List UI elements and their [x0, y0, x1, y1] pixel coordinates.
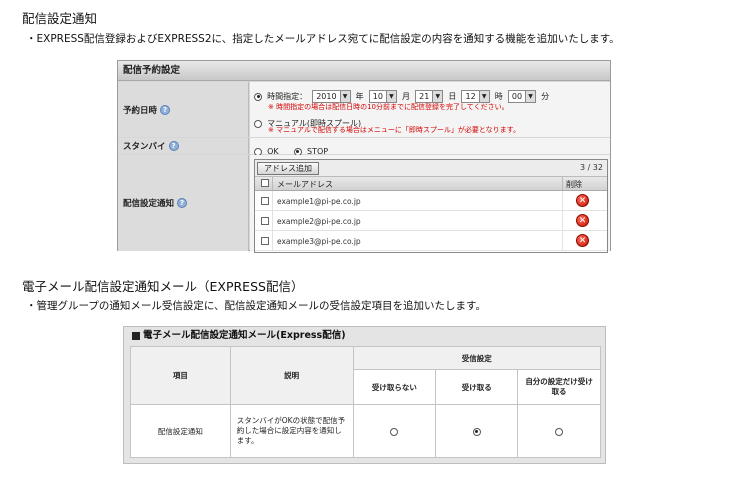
table-row: example1@pi-pe.co.jp ✕ — [255, 191, 607, 211]
section2-title: 電子メール配信設定通知メール（EXPRESS配信） — [22, 279, 304, 294]
chevron-down-icon: ▼ — [478, 91, 489, 102]
help-icon[interactable]: ? — [168, 141, 179, 151]
notify-label: 配信設定通知 ? — [118, 155, 249, 251]
panel2-title: 電子メール配信設定通知メール(Express配信) — [143, 330, 346, 341]
row-item: 配信設定通知 — [130, 404, 231, 458]
address-list-header: メールアドレス 削除 — [255, 177, 607, 191]
time-specified-label: 時間指定： — [267, 92, 308, 101]
delete-icon[interactable]: ✕ — [576, 194, 589, 207]
section1-note: ・EXPRESS配信登録およびEXPRESS2に、指定したメールアドレス宛てに配… — [26, 33, 620, 45]
receive-own-radio[interactable] — [555, 427, 564, 436]
opt-own-header: 自分の設定だけ受け取る — [517, 369, 601, 405]
chevron-down-icon: ▼ — [385, 91, 396, 102]
delivery-schedule-panel: 配信予約設定 予約日時 ? 時間指定： 2010 ▼ 年 10 ▼ 月 21 ▼ 日 … — [117, 60, 611, 253]
schedule-row: 予約日時 ? 時間指定： 2010 ▼ 年 10 ▼ 月 21 ▼ 日 12 ▼ 時 0… — [118, 82, 610, 137]
table-row: example2@pi-pe.co.jp ✕ — [255, 211, 607, 231]
add-address-button[interactable]: アドレス追加 — [257, 162, 319, 175]
receive-yes-radio[interactable] — [472, 427, 481, 436]
help-icon[interactable]: ? — [177, 198, 188, 208]
minute-select[interactable]: 00 ▼ — [507, 90, 537, 103]
panel-title: 配信予約設定 — [118, 61, 610, 81]
section1-title: 配信設定通知 — [22, 11, 98, 26]
table-row: example3@pi-pe.co.jp ✕ — [255, 231, 607, 251]
email-text: example1@pi-pe.co.jp — [277, 197, 361, 206]
col-item: 項目 — [130, 346, 231, 405]
standby-row: スタンバイ ? OK STOP — [118, 138, 610, 156]
manual-warning: ※ マニュアルで配信する場合はメニューに「即時スプール」が必要となります。 — [268, 126, 520, 134]
receive-no-radio[interactable] — [390, 427, 399, 436]
delete-icon[interactable]: ✕ — [576, 234, 589, 247]
notify-row: 配信設定通知 ? アドレス追加 3 / 32 メールアドレス 削除 exampl… — [118, 155, 610, 253]
square-bullet-icon — [132, 331, 140, 340]
notification-settings-table: 項目 説明 受信設定 受け取らない 受け取る 自分の設定だけ受け取る 配信設定通… — [130, 346, 602, 458]
time-specified-radio[interactable] — [254, 92, 262, 101]
select-all-checkbox[interactable] — [261, 179, 269, 187]
address-count: 3 / 32 — [579, 163, 603, 172]
email-text: example3@pi-pe.co.jp — [277, 237, 361, 246]
time-warning: ※ 時間指定の場合は配信日時の10分前までに配信登録を完了してください。 — [268, 103, 509, 111]
col-receive: 受信設定 — [352, 346, 602, 370]
row-desc: スタンバイがOKの状態で配信予約した場合に設定内容を通知します。 — [229, 404, 354, 458]
chevron-down-icon: ▼ — [525, 91, 536, 102]
section2-note: ・管理グループの通知メール受信設定に、配信設定通知メールの受信設定項目を追加いた… — [26, 300, 487, 312]
standby-label: スタンバイ ? — [118, 138, 249, 154]
notification-settings-panel: 電子メール配信設定通知メール(Express配信) 項目 説明 受信設定 受け取… — [123, 326, 606, 464]
email-text: example2@pi-pe.co.jp — [277, 217, 361, 226]
row-checkbox[interactable] — [261, 197, 269, 205]
schedule-label: 予約日時 ? — [118, 82, 249, 137]
opt-yes-header: 受け取る — [435, 369, 519, 405]
col-delete: 削除 — [566, 180, 582, 189]
delete-icon[interactable]: ✕ — [576, 214, 589, 227]
row-checkbox[interactable] — [261, 217, 269, 225]
chevron-down-icon: ▼ — [432, 91, 443, 102]
col-desc: 説明 — [229, 346, 354, 405]
manual-radio[interactable] — [254, 119, 262, 128]
col-email: メールアドレス — [277, 180, 333, 189]
address-list: アドレス追加 3 / 32 メールアドレス 削除 example1@pi-pe.… — [254, 159, 608, 253]
table-row: 配信設定通知 スタンバイがOKの状態で配信予約した場合に設定内容を通知します。 — [130, 404, 601, 458]
opt-no-header: 受け取らない — [352, 369, 437, 405]
chevron-down-icon: ▼ — [339, 91, 350, 102]
row-checkbox[interactable] — [261, 237, 269, 245]
help-icon[interactable]: ? — [160, 104, 171, 115]
